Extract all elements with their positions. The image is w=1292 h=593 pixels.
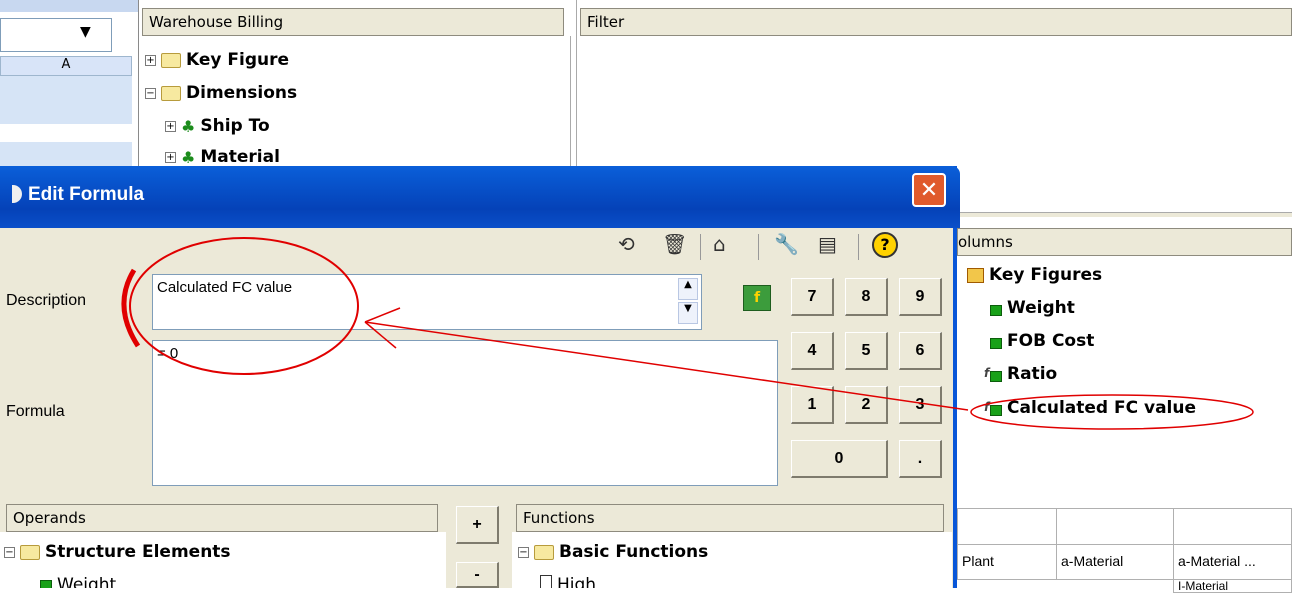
annotation-arrow-line bbox=[364, 321, 969, 411]
annotation-overlay bbox=[121, 237, 1254, 430]
annotation-circle-description bbox=[129, 237, 359, 375]
annotation-arrowhead-top bbox=[364, 307, 401, 323]
annotation-circle-calculated bbox=[970, 394, 1254, 430]
